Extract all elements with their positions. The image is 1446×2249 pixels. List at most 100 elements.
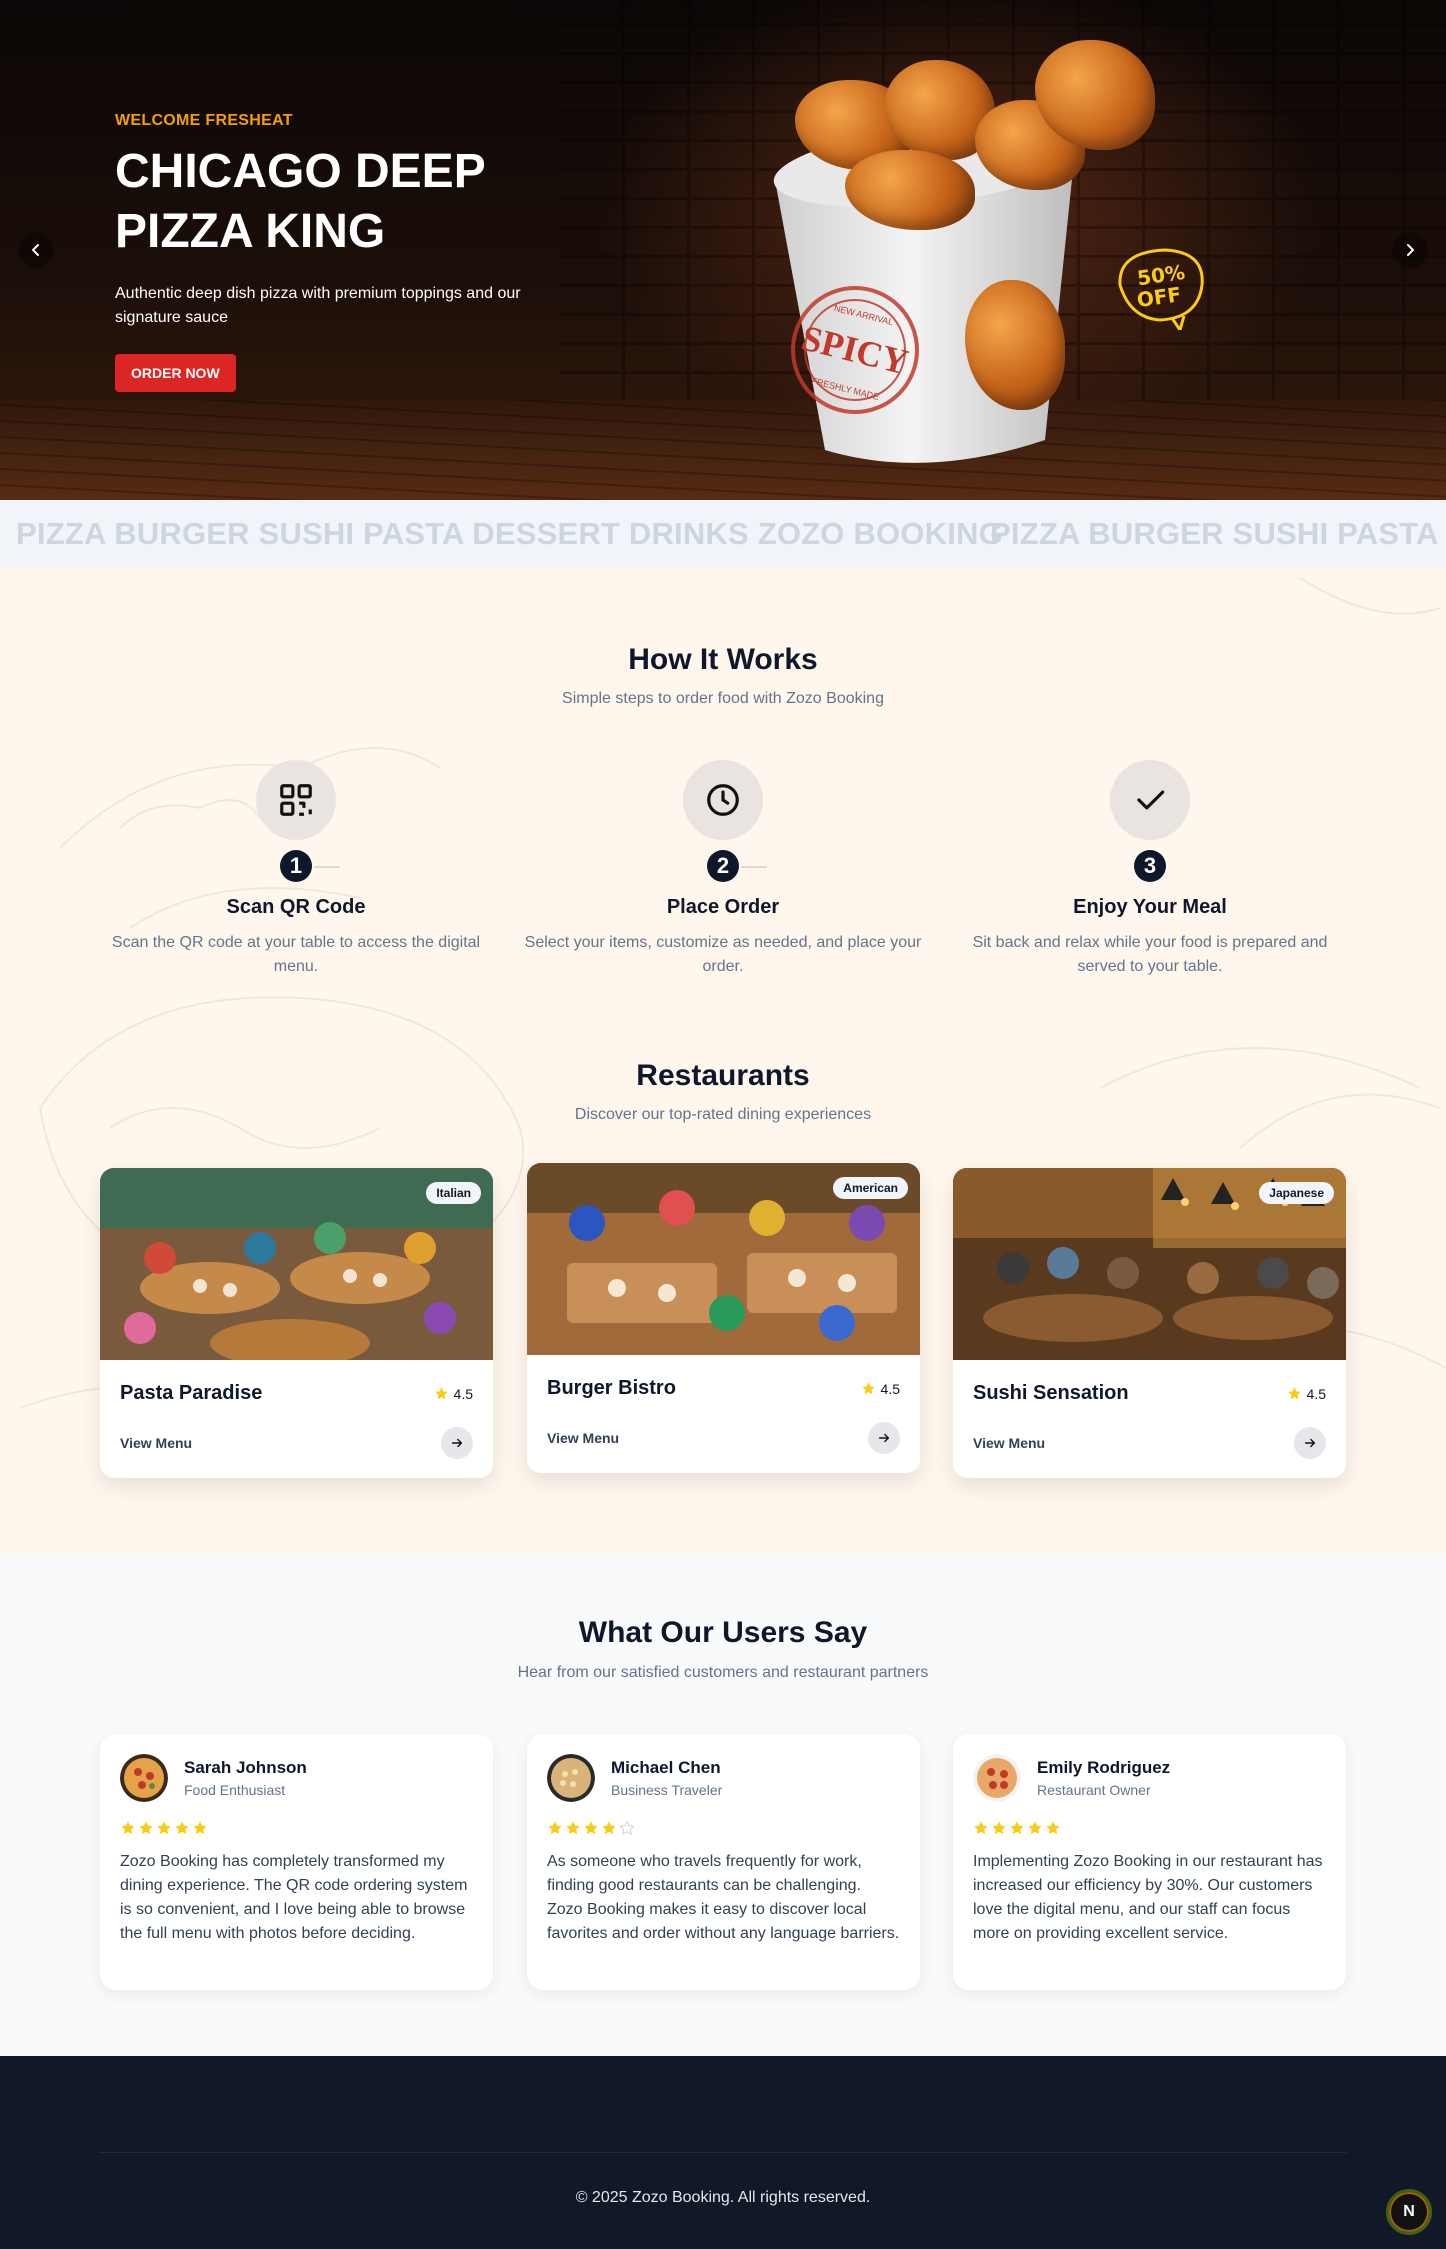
testimonials-subtitle: Hear from our satisfied customers and re… — [517, 1664, 929, 1681]
restaurants-subtitle: Discover our top-rated dining experience… — [574, 1106, 872, 1123]
view-menu-link[interactable]: View Menu — [547, 1430, 619, 1446]
restaurant-name: Burger Bistro — [547, 1377, 676, 1399]
qr-code-icon — [280, 784, 312, 816]
testimonials-section: What Our Users Say Hear from our satisfi… — [0, 1554, 1446, 2056]
how-it-works-title: How It Works — [628, 643, 818, 676]
step-enjoy-meal: 3 Enjoy Your Meal Sit back and relax whi… — [950, 760, 1350, 979]
step-connector — [741, 866, 767, 868]
arrow-right-icon — [1304, 1438, 1316, 1448]
footer-divider — [99, 2152, 1347, 2153]
star-filled-icon — [175, 1821, 189, 1835]
step-number: 2 — [707, 850, 739, 882]
star-filled-icon — [1010, 1821, 1024, 1835]
testimonial-card: Emily Rodriguez Restaurant Owner Impleme… — [953, 1734, 1346, 1990]
check-icon — [1137, 790, 1165, 810]
restaurant-card-sushi-sensation[interactable]: Japanese Sushi Sensation 4.5 View Menu — [953, 1168, 1346, 1478]
star-empty-icon — [619, 1820, 635, 1836]
star-icon — [434, 1387, 448, 1400]
marquee-text: PIZZA BURGER SUSHI PASTA DESSERT DRINKS … — [16, 516, 1003, 551]
star-filled-icon — [602, 1821, 616, 1835]
view-menu-arrow-button[interactable] — [868, 1422, 900, 1454]
how-it-works-subtitle: Simple steps to order food with Zozo Boo… — [562, 690, 884, 707]
clock-icon — [707, 784, 739, 816]
step-icon-circle — [1110, 760, 1190, 840]
step-connector — [314, 866, 340, 868]
step-scan-qr: 1 Scan QR Code Scan the QR code at your … — [96, 760, 496, 979]
testimonial-role: Food Enthusiast — [184, 1782, 286, 1798]
avatar — [120, 1754, 168, 1802]
testimonial-role: Business Traveler — [611, 1782, 723, 1798]
star-filled-icon — [193, 1821, 207, 1835]
avatar — [973, 1754, 1021, 1802]
carousel-next-button[interactable] — [1392, 232, 1428, 268]
hero-eyebrow: WELCOME FRESHEAT — [115, 112, 293, 129]
view-menu-link[interactable]: View Menu — [120, 1435, 192, 1451]
view-menu-arrow-button[interactable] — [1294, 1427, 1326, 1459]
restaurant-name: Pasta Paradise — [120, 1382, 263, 1404]
rating-value: 4.5 — [453, 1385, 473, 1402]
marquee-text-repeat: PIZZA BURGER SUSHI PASTA DESSERT DRINKS … — [990, 516, 1446, 551]
star-filled-icon — [992, 1821, 1006, 1835]
star-rating — [973, 1820, 1326, 1836]
chevron-right-icon — [1407, 244, 1414, 256]
cuisine-tag: American — [833, 1177, 908, 1199]
hero-subtitle: Authentic deep dish pizza with premium t… — [115, 285, 521, 326]
star-filled-icon — [548, 1821, 562, 1835]
step-place-order: 2 Place Order Select your items, customi… — [523, 760, 923, 979]
hero-title: CHICAGO DEEP PIZZA KING — [115, 145, 485, 258]
testimonial-name: Michael Chen — [611, 1758, 721, 1777]
step-title: Enjoy Your Meal — [1073, 896, 1227, 918]
restaurant-image: Japanese — [953, 1168, 1346, 1360]
star-filled-icon — [584, 1821, 598, 1835]
testimonial-card: Michael Chen Business Traveler As someon… — [527, 1734, 920, 1990]
avatar — [547, 1754, 595, 1802]
star-filled-icon — [157, 1821, 171, 1835]
restaurant-image: American — [527, 1163, 920, 1355]
step-description: Select your items, customize as needed, … — [524, 934, 922, 975]
cuisine-tag: Japanese — [1259, 1182, 1334, 1204]
how-it-works-section: How It Works Simple steps to order food … — [0, 568, 1446, 1554]
rating: 4.5 — [861, 1381, 900, 1397]
step-description: Scan the QR code at your table to access… — [111, 934, 481, 975]
hero-banner: WELCOME FRESHEAT CHICAGO DEEP PIZZA KING… — [0, 0, 1446, 500]
step-description: Sit back and relax while your food is pr… — [972, 934, 1328, 975]
testimonial-text: Implementing Zozo Booking in our restaur… — [973, 1853, 1323, 1942]
arrow-right-icon — [451, 1438, 463, 1448]
restaurant-name: Sushi Sensation — [973, 1382, 1129, 1404]
discount-off: OFF — [1135, 282, 1182, 312]
testimonial-role: Restaurant Owner — [1037, 1782, 1151, 1798]
view-menu-arrow-button[interactable] — [441, 1427, 473, 1459]
rating-value: 4.5 — [880, 1380, 900, 1397]
star-icon — [1287, 1387, 1301, 1400]
step-number: 3 — [1134, 850, 1166, 882]
testimonial-name: Sarah Johnson — [184, 1758, 307, 1777]
dev-tools-badge[interactable]: N — [1386, 2189, 1432, 2235]
order-now-button[interactable]: ORDER NOW — [115, 354, 236, 392]
hero-content: WELCOME FRESHEAT CHICAGO DEEP PIZZA KING… — [115, 112, 635, 392]
footer: © 2025 Zozo Booking. All rights reserved… — [0, 2056, 1446, 2249]
restaurant-image: Italian — [100, 1168, 493, 1360]
star-filled-icon — [1028, 1821, 1042, 1835]
testimonial-text: Zozo Booking has completely transformed … — [120, 1853, 468, 1942]
restaurant-card-burger-bistro[interactable]: American Burger Bistro 4.5 View Menu — [527, 1163, 920, 1473]
arrow-right-icon — [878, 1433, 890, 1443]
step-title: Scan QR Code — [226, 896, 366, 918]
star-filled-icon — [139, 1821, 153, 1835]
step-title: Place Order — [666, 896, 780, 918]
testimonials-title: What Our Users Say — [578, 1616, 868, 1649]
restaurant-card-pasta-paradise[interactable]: Italian Pasta Paradise 4.5 View Menu — [100, 1168, 493, 1478]
step-number: 1 — [280, 850, 312, 882]
star-rating — [547, 1820, 900, 1836]
step-icon-circle — [256, 760, 336, 840]
star-icon — [861, 1382, 875, 1395]
cuisine-tag: Italian — [426, 1182, 481, 1204]
category-marquee: PIZZA BURGER SUSHI PASTA DESSERT DRINKS … — [0, 500, 1446, 568]
testimonial-text: As someone who travels frequently for wo… — [547, 1853, 900, 1942]
restaurants-title: Restaurants — [636, 1059, 810, 1092]
testimonial-name: Emily Rodriguez — [1037, 1758, 1171, 1777]
view-menu-link[interactable]: View Menu — [973, 1435, 1045, 1451]
discount-badge: 50% OFF — [1118, 248, 1204, 330]
star-rating — [120, 1820, 473, 1836]
carousel-prev-button[interactable] — [18, 232, 54, 268]
hero-food-image: SPICY NEW ARRIVAL FRESHLY MADE 50% OFF — [735, 40, 1235, 480]
